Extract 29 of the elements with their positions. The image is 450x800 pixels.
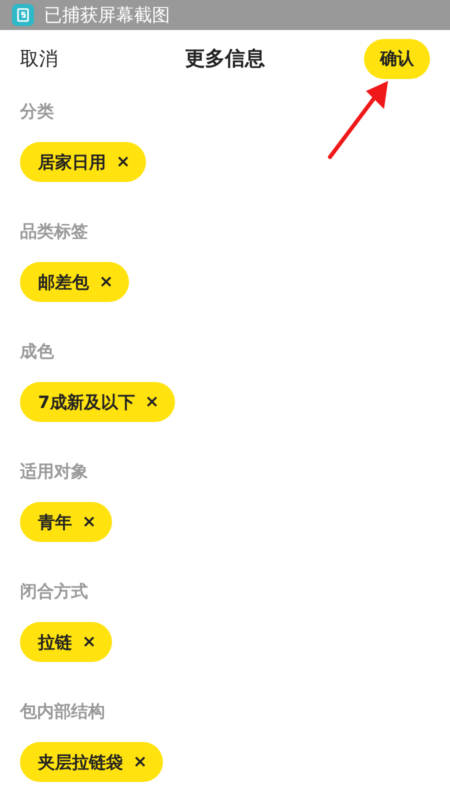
- section-label: 包内部结构: [20, 701, 105, 723]
- remove-tag-button[interactable]: ×: [133, 752, 148, 772]
- screenshot-app-icon: [12, 4, 34, 26]
- remove-tag-button[interactable]: ×: [82, 512, 96, 532]
- section-label: 品类标签: [20, 221, 88, 243]
- tag-chip[interactable]: 7成新及以下 ×: [20, 382, 176, 422]
- tag-chip[interactable]: 青年 ×: [20, 502, 112, 542]
- tag-text: 青年: [38, 512, 72, 534]
- tag-chip[interactable]: 邮差包 ×: [20, 262, 130, 302]
- remove-tag-button[interactable]: ×: [99, 272, 114, 292]
- tag-text: 7成新及以下: [38, 392, 135, 414]
- tag-chip[interactable]: 居家日用 ×: [20, 142, 146, 182]
- confirm-button[interactable]: 确认: [364, 38, 430, 78]
- tag-chip[interactable]: 拉链 ×: [20, 622, 112, 662]
- section-label: 成色: [20, 341, 54, 363]
- section-label: 适用对象: [20, 461, 88, 483]
- tag-chip[interactable]: 夹层拉链袋 ×: [20, 742, 164, 782]
- page-title: 更多信息: [185, 45, 265, 72]
- tag-text: 邮差包: [38, 272, 89, 294]
- remove-tag-button[interactable]: ×: [82, 632, 96, 652]
- cancel-button[interactable]: 取消: [20, 46, 58, 72]
- tag-text: 拉链: [38, 632, 72, 654]
- remove-tag-button[interactable]: ×: [144, 392, 160, 412]
- tag-text: 居家日用: [38, 152, 106, 174]
- section-label: 闭合方式: [20, 581, 88, 603]
- remove-tag-button[interactable]: ×: [116, 152, 130, 172]
- notification-text: 已捕获屏幕截图: [44, 4, 170, 27]
- section-label: 分类: [20, 101, 54, 123]
- tag-text: 夹层拉链袋: [38, 752, 123, 774]
